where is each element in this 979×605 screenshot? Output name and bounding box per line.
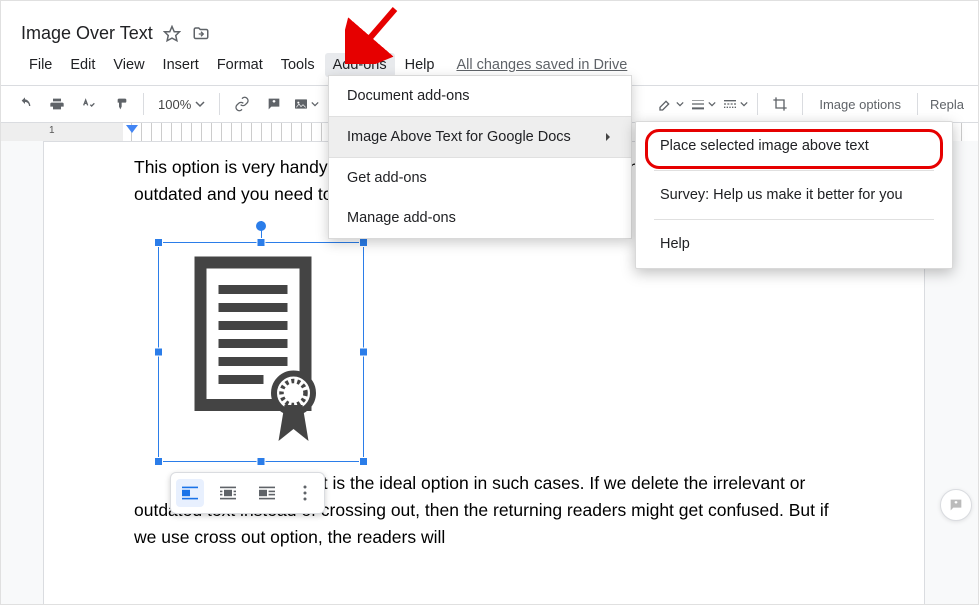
menu-insert[interactable]: Insert [155,53,207,77]
menu-file[interactable]: File [21,53,60,77]
menu-help[interactable]: Help [397,53,443,77]
menu-addons[interactable]: Add-ons [325,53,395,77]
resize-handle-s[interactable] [257,457,266,466]
replace-image-button[interactable]: Repla [926,97,968,112]
selected-image[interactable] [158,242,364,462]
margin-left-marker[interactable] [126,125,138,133]
submenu-survey[interactable]: Survey: Help us make it better for you [636,171,952,219]
menu-item-document-addons[interactable]: Document add-ons [329,76,631,116]
addons-submenu: Place selected image above text Survey: … [635,121,953,269]
addons-dropdown: Document add-ons Image Above Text for Go… [328,75,632,239]
submenu-place-above[interactable]: Place selected image above text [636,122,952,170]
border-weight-icon[interactable] [689,90,717,118]
resize-handle-ne[interactable] [359,238,368,247]
menu-item-get-addons[interactable]: Get add-ons [329,158,631,198]
add-comment-button[interactable] [940,489,972,521]
menu-view[interactable]: View [105,53,152,77]
submenu-help[interactable]: Help [636,220,952,268]
menu-format[interactable]: Format [209,53,271,77]
zoom-select[interactable]: 100% [152,97,211,112]
resize-handle-w[interactable] [154,348,163,357]
wrap-inline-button[interactable] [176,479,204,507]
resize-handle-se[interactable] [359,457,368,466]
border-color-icon[interactable] [657,90,685,118]
image-wrap-toolbar [170,472,325,514]
rotate-handle[interactable] [256,221,266,231]
chevron-right-icon [603,132,613,142]
document-certificate-icon [183,255,338,450]
menu-item-manage-addons[interactable]: Manage add-ons [329,198,631,238]
document-title[interactable]: Image Over Text [21,23,153,44]
move-to-folder-icon[interactable] [191,25,211,43]
spellcheck-icon[interactable] [75,90,103,118]
resize-handle-e[interactable] [359,348,368,357]
resize-handle-n[interactable] [257,238,266,247]
paint-format-icon[interactable] [107,90,135,118]
menu-edit[interactable]: Edit [62,53,103,77]
more-options-icon[interactable] [291,479,319,507]
undo-icon[interactable] [11,90,39,118]
star-icon[interactable] [163,25,181,43]
menu-item-image-above-text[interactable]: Image Above Text for Google Docs [329,117,631,157]
menubar: File Edit View Insert Format Tools Add-o… [21,53,627,77]
crop-icon[interactable] [766,90,794,118]
resize-handle-nw[interactable] [154,238,163,247]
border-style-icon[interactable] [721,90,749,118]
resize-handle-sw[interactable] [154,457,163,466]
wrap-break-button[interactable] [253,479,281,507]
save-status[interactable]: All changes saved in Drive [456,57,627,73]
comment-icon[interactable] [260,90,288,118]
wrap-text-button[interactable] [214,479,242,507]
image-options-button[interactable]: Image options [811,97,909,112]
link-icon[interactable] [228,90,256,118]
image-icon[interactable] [292,90,320,118]
print-icon[interactable] [43,90,71,118]
menu-tools[interactable]: Tools [273,53,323,77]
